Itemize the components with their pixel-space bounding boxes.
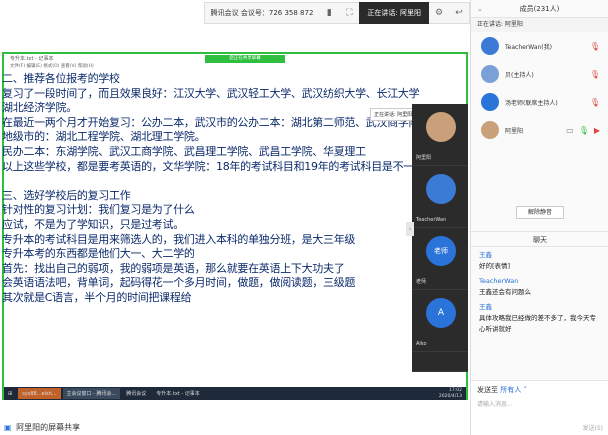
avatar [481,93,499,111]
meeting-id: 腾讯会议 会议号：726 358 872 [210,9,314,17]
taskbar-item[interactable]: 专升本.txt - 记事本 [152,388,203,399]
back-icon[interactable]: ↩ [451,5,467,21]
avatar [426,174,456,204]
speaking-indicator: 正在讲话: 阿里阳 [359,2,429,24]
microphone-icon[interactable]: 🎙 [590,98,600,107]
settings-icon[interactable]: ⚙ [431,5,447,21]
doc-line: 会英语语法吧，背单词，起码得花一个多月时间，做题，做阅读题，三级题 [2,276,356,290]
doc-line: 应试，不是为了学知识，只是过考试。 [2,217,184,231]
doc-line: 专升本的考试科目是用来筛选人的，我们进入本科的单独分班，是大三年级 [2,232,356,246]
collapse-video-button[interactable]: ‹ [406,222,414,236]
chat-message: 王鑫 好的[表情] [479,251,511,270]
screen-share-label: ▣ 阿里阳的屏幕共享 [0,420,470,435]
member-name: TeacherWan(我) [505,43,552,51]
video-panel: 阿里阳 TeacherWan 老师 老师 A Aiko [412,104,468,372]
member-name: 阿里阳 [505,127,524,135]
network-icon[interactable]: ▮ [321,5,337,21]
doc-line: 地级市的：湖北工程学院、湖北理工学院。 [2,130,206,144]
avatar: A [426,298,456,328]
unmute-all-button[interactable]: 解除静音 [516,206,564,219]
avatar [481,121,499,139]
microphone-icon[interactable]: 🎙 [590,70,600,79]
clock-time: 17:02 [449,387,462,393]
chevron-down-icon[interactable]: ˅ [523,386,527,394]
speaking-tooltip: 正在讲话: 阿里阳 [370,108,417,121]
send-to-selector[interactable]: 发送至 所有人 ˅ [477,385,603,395]
video-tile[interactable] [412,352,468,372]
avatar [481,65,499,83]
doc-line: 首先：找出自己的弱项，我的弱项是英语，那么就要在英语上下大功夫了 [2,261,345,275]
video-tile[interactable]: TeacherWan [412,166,468,228]
speaking-row: 正在讲话: 阿里阳 [471,18,608,32]
video-tile-name: TeacherWan [416,217,447,223]
avatar [481,37,499,55]
sidebar: ⌄ 成员(231人) 正在讲话: 阿里阳 TeacherWan(我) 🎙 贝(主… [470,0,608,435]
doc-line [2,174,420,189]
chat-message: 王鑫 具体攻略我已经做的差不多了，我今天专心听讲就好 [479,303,596,333]
microphone-icon[interactable]: 🎙 [590,42,600,51]
video-tile[interactable]: 老师 老师 [412,228,468,290]
shared-screen-area: 腾讯会议 会议号：726 358 872 ▮ ⛶ 正在讲话: 阿里阳 ⚙ ↩ 专… [0,0,470,435]
chat-messages[interactable]: 王鑫 好的[表情] TeacherWan 王鑫还会有问题么 王鑫 具体攻略我已经… [471,248,608,378]
screen-share-icon: ▭ [566,125,574,135]
doc-line: 以上这些学校，都是要考英语的，文华学院：18年的考试科目和19年的考试科目是不一… [2,159,420,173]
meeting-topbar: 腾讯会议 会议号：726 358 872 ▮ ⛶ 正在讲话: 阿里阳 ⚙ ↩ [0,0,470,26]
share-status-bar[interactable]: 您正在共享屏幕 [205,55,285,63]
doc-line: 其次就是C语言，半个月的时间把课程给 [2,290,192,304]
taskbar-item[interactable]: 腾讯会议 [122,388,150,399]
chat-input[interactable]: 请输入消息... [477,399,603,408]
doc-line: 民办二本：东湖学院、武汉工商学院、武昌理工学院、武昌工学院、华夏理工 [2,144,366,158]
video-tile-name: Aiko [416,341,427,347]
member-item[interactable]: TeacherWan(我) 🎙 [471,32,608,60]
member-item[interactable]: 贝(主持人) 🎙 [471,60,608,88]
taskbar-clock: 17:02 2020/4/13 [439,388,466,400]
chevron-down-icon[interactable]: ⌄ [477,0,483,18]
send-button[interactable]: 发送(S) [583,423,604,432]
start-button[interactable]: ⊞ [4,388,16,399]
member-name: 汤老师(联席主持人) [505,99,558,107]
microphone-icon[interactable]: 🎙 [579,126,589,135]
member-item[interactable]: 阿里阳 ▭ 🎙 ▶ [471,116,608,144]
video-tile-name: 阿里阳 [416,155,432,161]
taskbar-item[interactable]: sys88...elsh... [18,388,61,399]
doc-line: 湖北经济学院。 [2,101,77,115]
video-tile-name: 老师 [416,279,427,285]
screen-share-icon: ▣ [4,423,12,432]
doc-line: 复习了一段时间了，而且效果良好：江汉大学、武汉轻工大学、武汉纺织大学、长江大学 [2,86,420,100]
camera-icon[interactable]: ▶ [594,126,600,135]
taskbar-item[interactable]: 主会议窗口 - 腾讯会... [62,388,121,399]
members-header[interactable]: ⌄ 成员(231人) [471,0,608,18]
member-name: 贝(主持人) [505,71,534,79]
avatar [426,112,456,142]
doc-line: 二、推荐各位报考的学校 [2,72,120,85]
video-tile[interactable]: A Aiko [412,290,468,352]
doc-line: 在最近一两个月才开始复习：公办二本，武汉市的公办二本：湖北第二师范、武汉商学院。 [2,115,420,129]
chat-input-area[interactable]: 发送至 所有人 ˅ 请输入消息... 发送(S) [471,380,608,435]
video-tile[interactable]: 阿里阳 [412,104,468,166]
notepad-menu[interactable]: 文件(F) 编辑(E) 格式(O) 查看(V) 帮助(H) [4,63,466,71]
clock-date: 2020/4/13 [438,393,462,399]
doc-line: 三、选好学校后的复习工作 [2,188,131,202]
member-item[interactable]: 汤老师(联席主持人) 🎙 [471,88,608,116]
avatar: 老师 [426,236,456,266]
notepad-content[interactable]: 二、推荐各位报考的学校 复习了一段时间了，而且效果良好：江汉大学、武汉轻工大学、… [2,72,420,372]
windows-taskbar: ⊞ sys88...elsh... 主会议窗口 - 腾讯会... 腾讯会议 专升… [4,387,466,400]
meeting-info-bar: 腾讯会议 会议号：726 358 872 ▮ ⛶ 正在讲话: 阿里阳 ⚙ ↩ [203,2,470,24]
chat-header[interactable]: 聊天 [471,231,608,247]
doc-line: 针对性的复习计划：我们复习是为了什么 [2,203,195,217]
chat-message: TeacherWan 王鑫还会有问题么 [479,277,531,296]
fullscreen-icon[interactable]: ⛶ [341,5,357,21]
doc-line: 专升本考的东西都是他们大一、大二学的 [2,247,195,261]
